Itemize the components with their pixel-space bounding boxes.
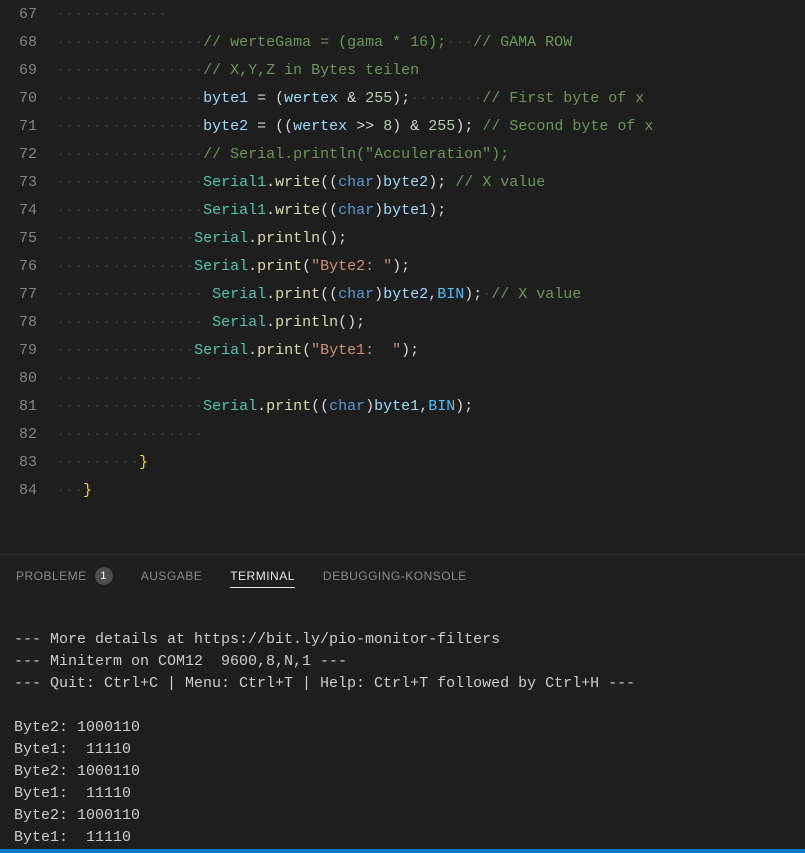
line-number: 70	[0, 90, 55, 107]
line-number: 69	[0, 62, 55, 79]
line-number: 84	[0, 482, 55, 499]
line-number: 75	[0, 230, 55, 247]
code-line[interactable]: 73················Serial1.write((char)by…	[0, 168, 805, 196]
code-content[interactable]: ················Serial1.write((char)byte…	[55, 202, 805, 219]
tab-problems[interactable]: PROBLEME 1	[16, 567, 113, 590]
bottom-panel: PROBLEME 1 AUSGABE TERMINAL DEBUGGING-KO…	[0, 555, 805, 849]
code-content[interactable]: ················byte2 = ((wertex >> 8) &…	[55, 118, 805, 135]
code-line[interactable]: 81················Serial.print((char)byt…	[0, 392, 805, 420]
line-number: 80	[0, 370, 55, 387]
code-content[interactable]: ················// Serial.println("Accul…	[55, 146, 805, 163]
code-line[interactable]: 74················Serial1.write((char)by…	[0, 196, 805, 224]
line-number: 71	[0, 118, 55, 135]
code-line[interactable]: 68················// werteGama = (gama *…	[0, 28, 805, 56]
code-line[interactable]: 70················byte1 = (wertex & 255)…	[0, 84, 805, 112]
line-number: 76	[0, 258, 55, 275]
line-number: 78	[0, 314, 55, 331]
line-number: 72	[0, 146, 55, 163]
line-number: 81	[0, 398, 55, 415]
code-editor[interactable]: 67············68················// werte…	[0, 0, 805, 554]
code-content[interactable]: ················Serial1.write((char)byte…	[55, 174, 805, 191]
line-number: 82	[0, 426, 55, 443]
code-content[interactable]: ················// werteGama = (gama * 1…	[55, 34, 805, 51]
code-content[interactable]: ···············Serial.print("Byte1: ");	[55, 342, 805, 359]
tab-label: AUSGABE	[141, 569, 203, 583]
code-line[interactable]: 84···}	[0, 476, 805, 504]
panel-tabs: PROBLEME 1 AUSGABE TERMINAL DEBUGGING-KO…	[12, 555, 793, 601]
line-number: 79	[0, 342, 55, 359]
code-line[interactable]: 83·········}	[0, 448, 805, 476]
code-content[interactable]: ················	[55, 426, 805, 443]
code-line[interactable]: 76···············Serial.print("Byte2: ")…	[0, 252, 805, 280]
code-line[interactable]: 79···············Serial.print("Byte1: ")…	[0, 336, 805, 364]
code-content[interactable]: ················// X,Y,Z in Bytes teilen	[55, 62, 805, 79]
tab-label: DEBUGGING-KONSOLE	[323, 569, 467, 583]
code-line[interactable]: 75···············Serial.println();	[0, 224, 805, 252]
line-number: 67	[0, 6, 55, 23]
code-line[interactable]: 71················byte2 = ((wertex >> 8)…	[0, 112, 805, 140]
code-content[interactable]: ················byte1 = (wertex & 255);·…	[55, 90, 805, 107]
line-number: 83	[0, 454, 55, 471]
code-line[interactable]: 69················// X,Y,Z in Bytes teil…	[0, 56, 805, 84]
status-bar-edge	[0, 849, 805, 853]
code-line[interactable]: 82················	[0, 420, 805, 448]
problems-badge: 1	[95, 567, 113, 585]
tab-terminal[interactable]: TERMINAL	[230, 569, 295, 588]
code-line[interactable]: 80················	[0, 364, 805, 392]
code-content[interactable]: ················Serial.print((char)byte1…	[55, 398, 805, 415]
code-content[interactable]: ················	[55, 370, 805, 387]
code-content[interactable]: ············	[55, 6, 805, 23]
line-number: 77	[0, 286, 55, 303]
code-line[interactable]: 72················// Serial.println("Acc…	[0, 140, 805, 168]
code-line[interactable]: 67············	[0, 0, 805, 28]
tab-debug[interactable]: DEBUGGING-KONSOLE	[323, 569, 467, 588]
code-content[interactable]: ················ Serial.println();	[55, 314, 805, 331]
tab-output[interactable]: AUSGABE	[141, 569, 203, 588]
code-content[interactable]: ···}	[55, 482, 805, 499]
code-line[interactable]: 77················ Serial.print((char)by…	[0, 280, 805, 308]
code-content[interactable]: ···············Serial.print("Byte2: ");	[55, 258, 805, 275]
code-content[interactable]: ···············Serial.println();	[55, 230, 805, 247]
code-content[interactable]: ················ Serial.print((char)byte…	[55, 286, 805, 303]
line-number: 74	[0, 202, 55, 219]
tab-label: PROBLEME	[16, 569, 87, 583]
terminal-output[interactable]: --- More details at https://bit.ly/pio-m…	[12, 601, 793, 849]
code-content[interactable]: ·········}	[55, 454, 805, 471]
line-number: 73	[0, 174, 55, 191]
code-line[interactable]: 78················ Serial.println();	[0, 308, 805, 336]
tab-label: TERMINAL	[230, 569, 295, 583]
line-number: 68	[0, 34, 55, 51]
